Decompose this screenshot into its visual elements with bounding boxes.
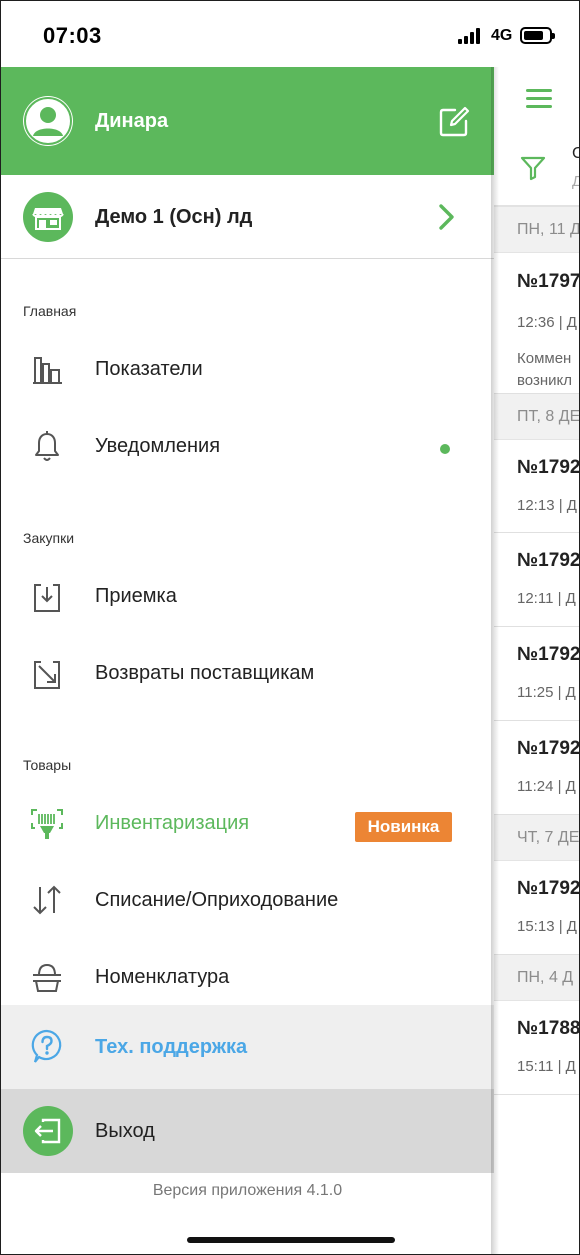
swap-arrows-icon <box>33 885 61 915</box>
section-label-purchases: Закупки <box>23 530 75 546</box>
bell-icon <box>35 431 59 461</box>
document-number: №1792 <box>517 878 580 899</box>
logout-icon <box>23 1106 73 1156</box>
document-meta: 12:11 | Д <box>517 590 576 607</box>
document-meta: 12:13 | Д <box>517 497 577 514</box>
document-row[interactable]: №1792 11:25 | Д <box>494 627 580 721</box>
chevron-right-icon <box>439 204 454 230</box>
question-icon <box>31 1029 62 1063</box>
document-comment: возникл <box>517 372 572 389</box>
document-meta: 12:36 | Д <box>517 314 577 331</box>
documents-list: ПН, 11 Д №1797 12:36 | Д Коммен возникл … <box>494 207 580 1095</box>
return-box-icon <box>34 661 60 689</box>
bar-chart-icon <box>33 357 62 384</box>
new-badge: Новинка <box>355 812 452 842</box>
edit-icon[interactable] <box>437 105 471 139</box>
notification-dot <box>440 444 450 454</box>
battery-icon <box>520 27 555 44</box>
date-header: ЧТ, 7 ДЕ <box>494 815 579 861</box>
basket-icon <box>33 963 61 992</box>
document-number: №1788 <box>517 1018 580 1039</box>
download-box-icon <box>34 584 60 612</box>
menu-label: Возвраты поставщикам <box>95 662 315 684</box>
document-row[interactable]: №1788 15:11 | Д <box>494 1001 580 1095</box>
document-row[interactable]: №1797 12:36 | Д Коммен возникл <box>494 253 580 394</box>
user-name[interactable]: Динара <box>95 110 168 133</box>
navigation-drawer: Динара Демо 1 (Осн) лд Главная Показател… <box>1 67 494 1254</box>
store-icon <box>23 192 73 242</box>
document-meta: 15:11 | Д <box>517 1058 576 1075</box>
date-header: ПН, 11 Д <box>494 207 579 253</box>
section-label-goods: Товары <box>23 757 72 773</box>
support-label: Тех. поддержка <box>95 1036 248 1058</box>
document-number: №1792 <box>517 550 580 571</box>
date-header: ПТ, 8 ДЕ <box>494 394 579 440</box>
menu-label: Приемка <box>95 585 177 607</box>
menu-item-notifications[interactable]: Уведомления <box>1 409 494 486</box>
menu-label: Уведомления <box>95 435 221 457</box>
document-meta: 11:25 | Д <box>517 684 576 701</box>
menu-label: Номенклатура <box>95 966 230 988</box>
drawer-header: Динара <box>1 67 494 175</box>
menu-item-indicators[interactable]: Показатели <box>1 332 494 409</box>
menu-label: Инвентаризация <box>95 812 250 834</box>
menu-item-receiving[interactable]: Приемка <box>1 559 494 636</box>
document-number: №1792 <box>517 457 580 478</box>
document-meta: 11:24 | Д <box>517 778 576 795</box>
document-row[interactable]: №1792 15:13 | Д <box>494 861 580 955</box>
drawer-shadow <box>491 1 499 1254</box>
menu-icon[interactable] <box>526 89 552 108</box>
barcode-scanner-icon <box>31 809 63 839</box>
support-button[interactable]: Тех. поддержка <box>1 1005 494 1089</box>
app-version: Версия приложения 4.1.0 <box>152 1182 343 1199</box>
menu-item-writeoff[interactable]: Списание/Оприходование <box>1 863 494 940</box>
document-meta: 15:13 | Д <box>517 918 577 935</box>
section-label-main: Главная <box>23 303 77 319</box>
menu-item-supplier-returns[interactable]: Возвраты поставщикам <box>1 636 494 713</box>
document-number: №1792 <box>517 644 580 665</box>
store-selector[interactable]: Демо 1 (Осн) лд <box>1 175 494 259</box>
document-comment: Коммен <box>517 350 572 367</box>
home-indicator <box>187 1237 395 1243</box>
logout-button[interactable]: Выход <box>1 1089 494 1173</box>
document-row[interactable]: №1792 11:24 | Д <box>494 721 580 815</box>
avatar[interactable] <box>23 96 73 146</box>
menu-item-inventory[interactable]: Инвентаризация Новинка <box>1 786 494 863</box>
logout-label: Выход <box>95 1120 155 1142</box>
status-time: 07:03 <box>43 23 102 48</box>
filter-title: С <box>572 145 579 163</box>
cellular-signal-icon <box>458 28 484 44</box>
document-row[interactable]: №1792 12:11 | Д <box>494 533 580 627</box>
document-number: №1792 <box>517 738 580 759</box>
app-screen: 07:03 4G С Д ПН, 11 Д №1797 12:36 | Д <box>0 0 580 1255</box>
user-icon <box>24 97 72 145</box>
menu-label: Списание/Оприходование <box>95 889 339 911</box>
filter-icon[interactable] <box>520 155 546 181</box>
menu-label: Показатели <box>95 358 203 380</box>
document-row[interactable]: №1792 12:13 | Д <box>494 440 580 533</box>
network-type: 4G <box>491 27 513 44</box>
store-name: Демо 1 (Осн) лд <box>95 206 253 228</box>
status-bar: 07:03 4G <box>1 1 579 67</box>
documents-screen: С Д ПН, 11 Д №1797 12:36 | Д Коммен возн… <box>494 67 580 1254</box>
filter-subtitle: Д <box>572 173 579 190</box>
document-number: №1797 <box>517 271 580 292</box>
date-header: ПН, 4 Д <box>494 955 579 1001</box>
